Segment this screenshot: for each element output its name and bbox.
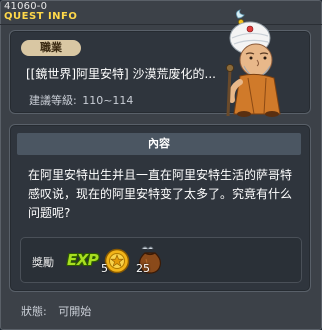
- level-value: 110~114: [82, 94, 134, 107]
- npc-portrait-icon: [226, 9, 281, 117]
- recommended-level: 建議等級: 110~114: [29, 92, 133, 108]
- level-label: 建議等級:: [29, 94, 77, 107]
- exp-icon[interactable]: EXP: [67, 251, 99, 269]
- exp-reward-count: 5: [101, 262, 108, 275]
- content-header: 內容: [17, 133, 301, 155]
- job-tag: 職業: [21, 40, 81, 56]
- quest-name: [[鏡世界]阿里安特] 沙漠荒废化的...: [26, 67, 216, 81]
- status-value: 可開始: [58, 305, 92, 318]
- money-bag-count: 25: [136, 262, 150, 275]
- quest-status: 狀態: 可開始: [21, 303, 91, 319]
- reward-label: 獎勵: [32, 256, 54, 269]
- window-title: QUEST INFO: [4, 11, 78, 22]
- quest-description: 在阿里安特出生并且一直在阿里安特生活的萨哥特感叹说，现在的阿里安特变了太多了。究…: [28, 168, 293, 220]
- status-label: 狀態:: [21, 305, 47, 318]
